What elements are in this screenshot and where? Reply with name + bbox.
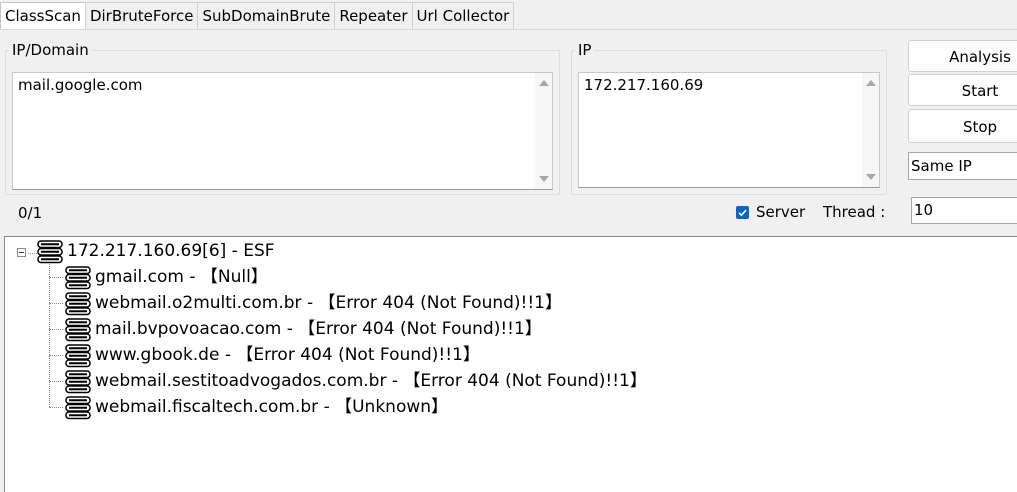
tab-bar: ClassScan DirBruteForce SubDomainBrute R… — [0, 2, 515, 30]
thread-label: Thread : — [823, 203, 886, 221]
thread-input[interactable]: 10 — [911, 197, 1017, 224]
tree-child-label: webmail.fiscaltech.com.br - 【Unknown】 — [95, 397, 449, 417]
tree-connector — [49, 264, 50, 407]
tree-connector — [49, 329, 63, 330]
stop-button[interactable]: Stop — [908, 109, 1017, 143]
ip-scrollbar[interactable] — [862, 73, 879, 187]
mode-select-value: Same IP — [911, 157, 972, 175]
checkmark-icon — [738, 209, 747, 217]
stop-button-label: Stop — [962, 118, 998, 136]
tree-child-label: gmail.com - 【Null】 — [95, 267, 268, 287]
results-tree[interactable]: 172.217.160.69[6] - ESF gmail.com - 【Nul… — [4, 236, 1017, 492]
ip-group-title: IP — [575, 40, 595, 60]
tab-subdomainbrute[interactable]: SubDomainBrute — [197, 2, 336, 30]
tree-connector — [49, 355, 63, 356]
ip-domain-value: mail.google.com — [18, 76, 143, 94]
tree-child-label: webmail.sestitoadvogados.com.br - 【Error… — [95, 371, 647, 391]
tree-child-label: www.gbook.de - 【Error 404 (Not Found)!!1… — [95, 345, 480, 365]
ip-domain-textarea[interactable]: mail.google.com — [12, 72, 553, 190]
tree-root-label: 172.217.160.69[6] - ESF — [67, 241, 275, 261]
start-button[interactable]: Start — [908, 74, 1017, 106]
scroll-up-icon[interactable] — [539, 80, 549, 86]
tree-connector — [49, 277, 63, 278]
tab-url-collector[interactable]: Url Collector — [411, 2, 515, 30]
tab-dirbruteforce[interactable]: DirBruteForce — [84, 2, 199, 30]
server-icon — [65, 396, 91, 427]
ip-domain-group: IP/Domain mail.google.com — [5, 40, 560, 195]
tree-child-label: mail.bvpovoacao.com - 【Error 404 (Not Fo… — [95, 319, 542, 339]
ip-textarea[interactable]: 172.217.160.69 — [578, 72, 880, 188]
analysis-button-label: Analysis — [949, 48, 1011, 66]
scroll-down-icon[interactable] — [539, 176, 549, 182]
tree-connector — [49, 381, 63, 382]
start-button-label: Start — [961, 82, 999, 100]
ip-domain-scrollbar[interactable] — [535, 73, 552, 189]
server-icon — [37, 240, 63, 271]
tree-child-label: webmail.o2multi.com.br - 【Error 404 (Not… — [95, 293, 562, 313]
thread-input-value: 10 — [914, 201, 934, 219]
tab-repeater[interactable]: Repeater — [334, 2, 413, 30]
tab-classscan[interactable]: ClassScan — [0, 2, 86, 30]
ip-domain-group-title: IP/Domain — [9, 40, 92, 60]
ip-value: 172.217.160.69 — [584, 76, 704, 94]
analysis-button[interactable]: Analysis — [908, 40, 1017, 72]
server-checkbox[interactable] — [736, 206, 749, 219]
tree-connector — [49, 407, 63, 408]
scroll-down-icon[interactable] — [866, 174, 876, 180]
collapse-icon[interactable] — [17, 248, 26, 257]
scroll-up-icon[interactable] — [866, 80, 876, 86]
ip-group: IP 172.217.160.69 — [571, 40, 887, 195]
mode-select[interactable]: Same IP — [908, 152, 1017, 180]
tree-connector — [28, 253, 37, 254]
tab-divider — [0, 29, 1017, 30]
tree-connector — [49, 303, 63, 304]
server-checkbox-label: Server — [756, 203, 806, 221]
progress-text: 0/1 — [18, 204, 43, 222]
